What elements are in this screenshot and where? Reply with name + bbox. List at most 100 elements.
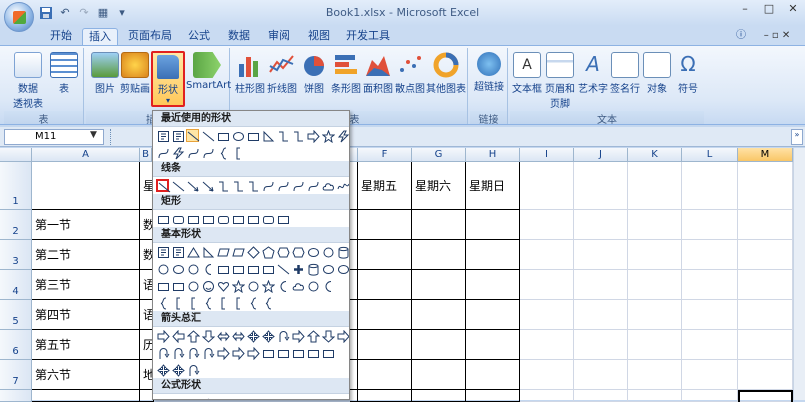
curve-shape-icon[interactable]	[276, 179, 289, 192]
text-shape-icon[interactable]	[171, 129, 184, 142]
signature-line-button[interactable]: 签名行	[610, 52, 640, 95]
table-cell[interactable]	[466, 210, 520, 240]
rect-shape-icon[interactable]	[261, 262, 274, 275]
text-shape-icon[interactable]	[156, 129, 169, 142]
empty-cell[interactable]	[628, 162, 682, 210]
oval-shape-icon[interactable]	[321, 262, 334, 275]
star-shape-icon[interactable]	[231, 279, 245, 293]
can-shape-icon[interactable]	[336, 245, 349, 259]
cell-e1[interactable]	[350, 162, 358, 210]
table-cell[interactable]	[466, 300, 520, 330]
quad-shape-icon[interactable]	[171, 363, 185, 377]
rect-shape-icon[interactable]	[261, 346, 274, 359]
office-button[interactable]	[4, 2, 34, 32]
rarr-shape-icon[interactable]	[306, 129, 320, 143]
circ-shape-icon[interactable]	[246, 279, 259, 292]
column-header-j[interactable]: J	[574, 148, 628, 162]
arrow-shape-icon[interactable]	[201, 179, 214, 192]
lrarr-shape-icon[interactable]	[216, 329, 230, 342]
empty-cell[interactable]	[738, 300, 793, 330]
column-header-f[interactable]: F	[358, 148, 412, 162]
table-cell[interactable]	[350, 390, 358, 402]
clipart-button[interactable]: 剪贴画	[120, 52, 150, 95]
empty-cell[interactable]	[574, 390, 628, 402]
times-shape-icon[interactable]	[186, 396, 199, 399]
table-cell[interactable]	[350, 300, 358, 330]
tri-shape-icon[interactable]	[186, 245, 200, 258]
hex-shape-icon[interactable]	[276, 245, 290, 258]
oval-shape-icon[interactable]	[306, 245, 319, 258]
curve-shape-icon[interactable]	[201, 146, 214, 159]
hex-shape-icon[interactable]	[291, 245, 305, 258]
empty-cell[interactable]	[682, 330, 738, 360]
cell-a5[interactable]: 第四节	[32, 300, 140, 330]
empty-cell[interactable]	[682, 210, 738, 240]
circ-shape-icon[interactable]	[306, 279, 319, 292]
text-shape-icon[interactable]	[171, 245, 184, 258]
table-cell[interactable]	[350, 270, 358, 300]
moon-shape-icon[interactable]	[321, 279, 334, 292]
rect-shape-icon[interactable]	[276, 346, 289, 359]
smartart-button[interactable]: SmartArt	[186, 52, 231, 91]
rect-shape-icon[interactable]	[276, 212, 289, 225]
table-cell[interactable]	[466, 330, 520, 360]
column-header-k[interactable]: K	[628, 148, 682, 162]
brace-shape-icon[interactable]	[261, 296, 274, 310]
wordart-button[interactable]: A 艺术字	[578, 52, 608, 95]
rect-shape-icon[interactable]	[216, 262, 229, 275]
line-shape-icon[interactable]	[186, 129, 200, 142]
rect-shape-icon[interactable]	[186, 212, 199, 225]
quad-shape-icon[interactable]	[246, 329, 260, 343]
uturn-shape-icon[interactable]	[156, 346, 170, 359]
empty-cell[interactable]	[628, 210, 682, 240]
empty-cell[interactable]	[682, 162, 738, 210]
plus-shape-icon[interactable]	[156, 396, 169, 399]
moon-shape-icon[interactable]	[276, 279, 289, 292]
empty-cell[interactable]	[628, 270, 682, 300]
rect-shape-icon[interactable]	[291, 346, 304, 359]
table-cell[interactable]	[466, 360, 520, 390]
pie-chart-button[interactable]: 饼图	[300, 52, 328, 95]
rect-shape-icon[interactable]	[231, 212, 244, 225]
brace-shape-icon[interactable]	[246, 296, 259, 310]
table-cell[interactable]	[32, 390, 140, 402]
column-header-i[interactable]: I	[520, 148, 574, 162]
header-footer-button[interactable]: 页眉和 页脚	[544, 52, 576, 110]
tab-data[interactable]: 数据	[222, 28, 256, 46]
table-cell[interactable]	[412, 390, 466, 402]
quad-shape-icon[interactable]	[156, 363, 170, 377]
brace-shape-icon[interactable]	[216, 146, 229, 160]
empty-cell[interactable]	[574, 360, 628, 390]
tab-home[interactable]: 开始	[42, 28, 80, 46]
rect-shape-icon[interactable]	[156, 279, 169, 292]
empty-cell[interactable]	[520, 390, 574, 402]
empty-cell[interactable]	[682, 240, 738, 270]
selected-cell-m11[interactable]	[738, 390, 793, 402]
other-charts-button[interactable]: 其他图表	[426, 52, 466, 95]
cell-f1[interactable]: 星期五	[358, 162, 412, 210]
cell-a2[interactable]: 第一节	[32, 210, 140, 240]
shapes-button[interactable]: 形状 ▾	[151, 51, 185, 107]
table-cell[interactable]	[358, 240, 412, 270]
column-header-g[interactable]: G	[412, 148, 466, 162]
curve-shape-icon[interactable]	[156, 146, 169, 159]
empty-cell[interactable]	[682, 270, 738, 300]
table-cell[interactable]	[412, 300, 466, 330]
bracket-shape-icon[interactable]	[231, 296, 244, 310]
diamond-shape-icon[interactable]	[246, 245, 260, 259]
smile-shape-icon[interactable]	[201, 279, 214, 292]
div-shape-icon[interactable]	[201, 396, 214, 399]
rtri-shape-icon[interactable]	[261, 129, 275, 142]
table-cell[interactable]	[358, 270, 412, 300]
circ-shape-icon[interactable]	[321, 245, 334, 258]
line-shape-icon[interactable]	[171, 179, 185, 192]
picture-button[interactable]: 图片	[90, 52, 120, 95]
hyperlink-button[interactable]: 超链接	[472, 52, 506, 93]
star-shape-icon[interactable]	[321, 129, 335, 143]
oval-shape-icon[interactable]	[231, 129, 244, 142]
formula-splitter[interactable]	[110, 129, 112, 145]
table-cell[interactable]	[350, 240, 358, 270]
column-header-m[interactable]: M	[738, 148, 793, 162]
empty-cell[interactable]	[738, 330, 793, 360]
table-cell[interactable]	[412, 210, 466, 240]
